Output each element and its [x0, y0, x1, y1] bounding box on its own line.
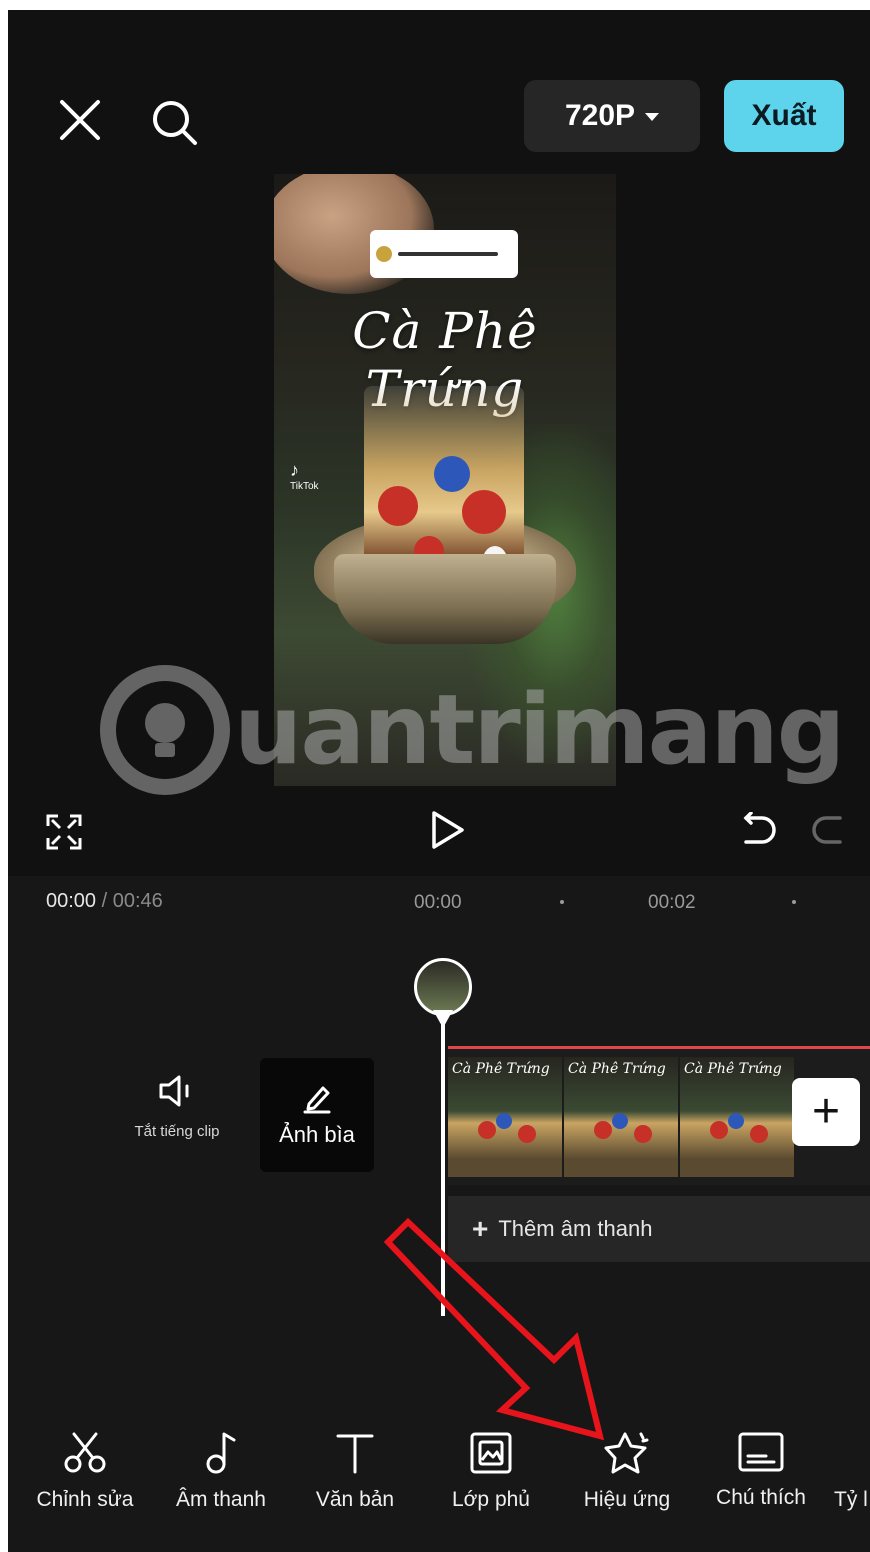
clip-frame: Cà Phê Trứng — [564, 1057, 678, 1177]
text-icon — [336, 1434, 374, 1474]
search-icon — [153, 101, 197, 145]
tool-label: Văn bản — [315, 1488, 395, 1511]
timeline-tick: 00:02 — [648, 892, 696, 913]
clip-frame: Cà Phê Trứng — [448, 1057, 562, 1177]
current-time: 00:00 — [46, 890, 97, 912]
tool-effects[interactable]: Hiệu ứng — [562, 1430, 692, 1512]
bowl-image — [334, 554, 556, 644]
blue-dot — [728, 1113, 744, 1129]
clip-frame-text: Cà Phê Trứng — [684, 1061, 782, 1077]
mute-clip-label: Tắt tiếng clip — [134, 1123, 220, 1140]
timeline-tick: 00:00 — [414, 892, 462, 913]
resolution-value: 720P — [564, 99, 636, 132]
close-icon — [60, 100, 100, 140]
tool-text[interactable]: Văn bản — [290, 1430, 420, 1512]
edit-pencil-icon — [303, 1086, 331, 1114]
site-watermark: uantrimang — [100, 650, 845, 810]
avatar — [376, 246, 392, 262]
blue-dot — [434, 456, 470, 492]
tiktok-label: TikTok — [290, 481, 319, 492]
tool-overlay[interactable]: Lớp phủ — [426, 1430, 556, 1512]
plus-icon: + — [811, 1085, 841, 1138]
undo-icon — [743, 812, 776, 844]
red-dot — [378, 486, 418, 526]
chevron-down-icon — [645, 113, 660, 121]
red-dot — [634, 1125, 652, 1143]
capcut-editor: 720P Xuất Cà Phê Trứng ♪ TikTok — [8, 10, 870, 1552]
tool-label: Tỷ l — [834, 1488, 868, 1511]
total-time: 00:46 — [112, 890, 163, 912]
blue-dot — [496, 1113, 512, 1129]
export-button[interactable]: Xuất — [724, 80, 844, 152]
clip-frame-text: Cà Phê Trứng — [568, 1061, 666, 1077]
timeline-tick-dot — [792, 900, 796, 904]
speaker-icon — [159, 1075, 189, 1107]
time-separator: / — [96, 890, 113, 912]
red-dot — [518, 1125, 536, 1143]
star-effect-icon — [604, 1432, 649, 1474]
close-button[interactable] — [52, 92, 108, 148]
bottom-toolbar: Chỉnh sửa Âm thanh Văn bản Lớp phủ Hiệu … — [8, 1430, 870, 1552]
tool-edit[interactable]: Chỉnh sửa — [20, 1430, 150, 1512]
cover-image-label: Ảnh bìa — [279, 1122, 355, 1147]
tool-label: Chú thích — [716, 1486, 806, 1509]
clip-frame: Cà Phê Trứng — [680, 1057, 794, 1177]
caption-icon — [738, 1432, 784, 1472]
tool-audio[interactable]: Âm thanh — [156, 1430, 286, 1512]
timeline-tick-dot — [560, 900, 564, 904]
add-clip-button[interactable]: + — [792, 1078, 860, 1146]
red-dot — [478, 1121, 496, 1139]
tool-ratio[interactable]: Tỷ l — [834, 1430, 870, 1512]
ratio-icon — [834, 1430, 870, 1476]
comment-sticker — [370, 230, 518, 278]
tiktok-icon: ♪ — [290, 460, 299, 480]
mute-clip-button[interactable]: Tắt tiếng clip — [112, 1074, 242, 1140]
clip-frame-text: Cà Phê Trứng — [452, 1061, 550, 1077]
comment-text-line — [398, 252, 498, 256]
fullscreen-button[interactable] — [42, 810, 86, 854]
scissors-icon — [64, 1432, 106, 1473]
resolution-dropdown[interactable]: 720P — [524, 80, 700, 152]
tool-captions[interactable]: Chú thích — [696, 1430, 826, 1510]
music-note-icon — [206, 1432, 236, 1474]
tool-label: Âm thanh — [176, 1488, 266, 1511]
cover-image-button[interactable]: Ảnh bìa — [260, 1058, 374, 1172]
search-button[interactable] — [144, 92, 204, 152]
redo-icon — [812, 816, 842, 844]
overlay-icon — [470, 1432, 512, 1474]
red-arrow-annotation — [383, 1217, 605, 1441]
redo-button[interactable] — [808, 810, 848, 850]
red-dot — [750, 1125, 768, 1143]
red-dot — [462, 490, 506, 534]
tool-label: Chỉnh sửa — [36, 1488, 134, 1511]
tool-label: Hiệu ứng — [583, 1488, 671, 1511]
tiktok-watermark: ♪ TikTok — [290, 460, 319, 492]
expand-icon — [46, 814, 82, 850]
tool-label: Lớp phủ — [451, 1488, 530, 1511]
red-dot — [710, 1121, 728, 1139]
watermark-text: uantrimang — [234, 674, 845, 786]
playhead-thumbnail[interactable] — [414, 958, 472, 1016]
lightbulb-logo-icon — [100, 665, 230, 795]
undo-button[interactable] — [738, 810, 778, 850]
playhead-pointer — [433, 1010, 453, 1028]
play-icon — [432, 811, 464, 849]
red-dot — [594, 1121, 612, 1139]
time-readout: 00:00 / 00:46 — [46, 890, 163, 913]
blue-dot — [612, 1113, 628, 1129]
play-button[interactable] — [426, 808, 470, 852]
